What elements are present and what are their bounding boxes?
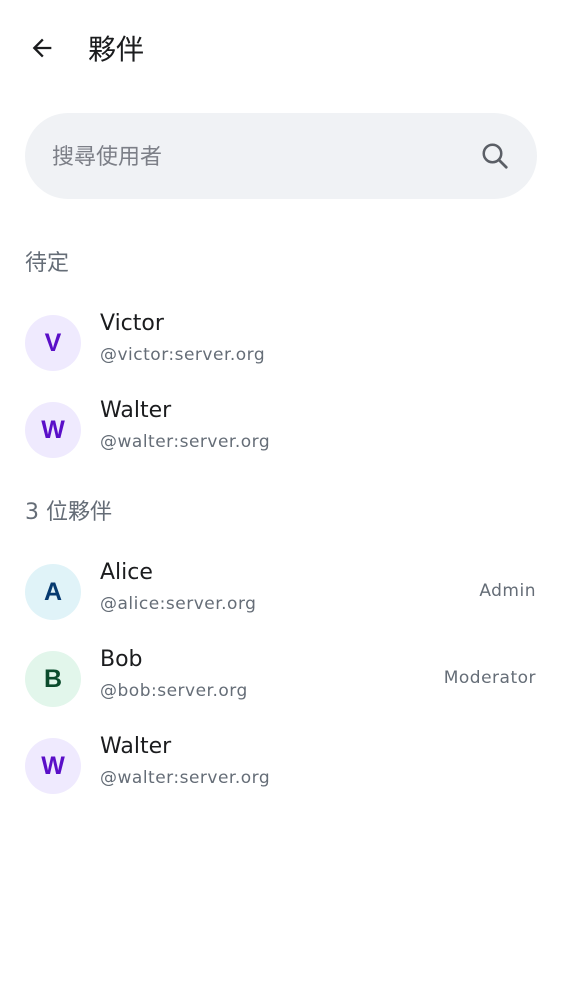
page-title: 夥伴	[88, 33, 145, 66]
member-name: Victor	[100, 311, 164, 336]
member-row-walter-pending[interactable]: W Walter @walter:server.org	[0, 386, 562, 474]
member-name: Alice	[100, 560, 153, 585]
avatar: V	[25, 315, 81, 371]
member-name: Bob	[100, 647, 143, 672]
member-row-alice[interactable]: A Alice @alice:server.org Admin	[0, 548, 562, 636]
search-icon[interactable]	[479, 140, 511, 172]
top-app-bar: 夥伴	[0, 0, 562, 100]
back-button[interactable]	[18, 26, 66, 74]
member-handle: @alice:server.org	[100, 594, 257, 614]
member-handle: @victor:server.org	[100, 345, 266, 365]
member-handle: @walter:server.org	[100, 768, 271, 788]
arrow-left-icon	[28, 34, 56, 66]
member-name: Walter	[100, 398, 172, 423]
role-badge: Admin	[479, 581, 536, 601]
avatar: W	[25, 402, 81, 458]
member-row-bob[interactable]: B Bob @bob:server.org Moderator	[0, 635, 562, 723]
search-input[interactable]	[50, 113, 474, 201]
member-row-victor[interactable]: V Victor @victor:server.org	[0, 299, 562, 387]
role-badge: Moderator	[443, 668, 536, 688]
section-header-pending: 待定	[25, 251, 70, 276]
members-screen: 夥伴 待定 V Victor @victor:server.org W Walt…	[0, 0, 562, 1000]
avatar: B	[25, 651, 81, 707]
search-bar[interactable]	[25, 113, 537, 201]
member-row-walter[interactable]: W Walter @walter:server.org	[0, 722, 562, 810]
section-header-members: 3 位夥伴	[25, 500, 112, 525]
member-name: Walter	[100, 734, 172, 759]
member-handle: @bob:server.org	[100, 681, 248, 701]
avatar: W	[25, 738, 81, 794]
member-handle: @walter:server.org	[100, 432, 271, 452]
avatar: A	[25, 564, 81, 620]
